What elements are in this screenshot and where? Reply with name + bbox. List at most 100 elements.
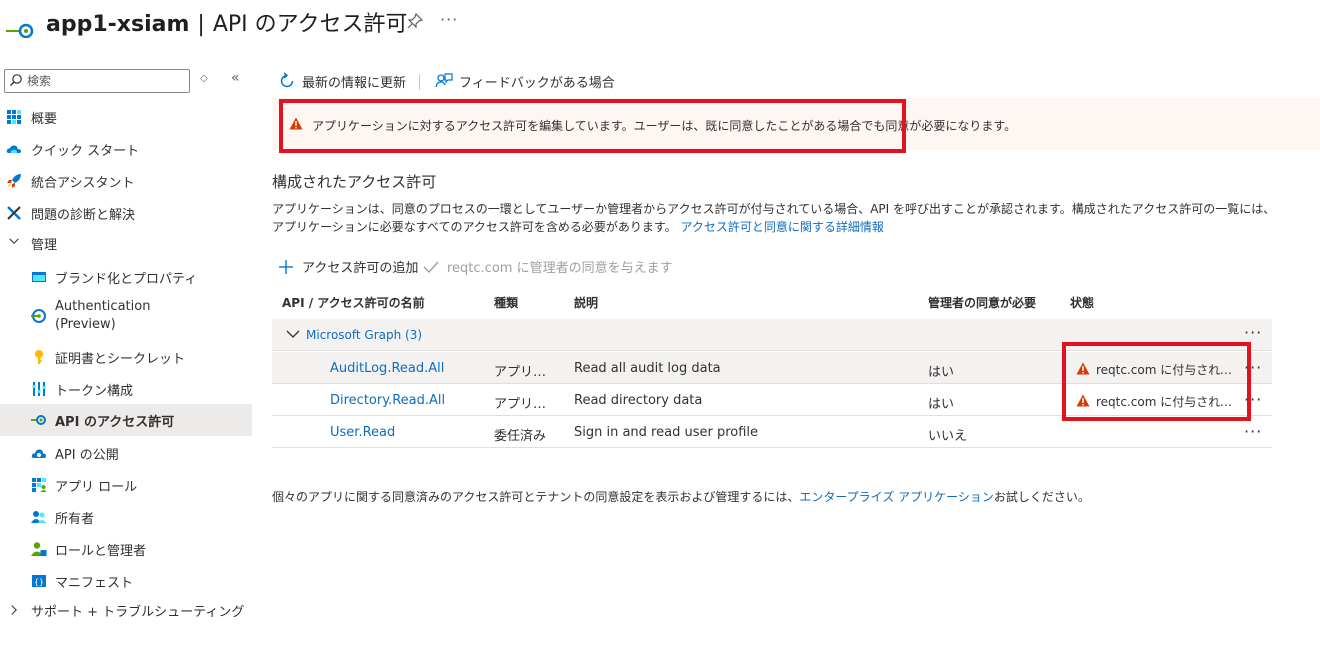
refresh-button[interactable]: 最新の情報に更新 bbox=[278, 66, 406, 96]
page-title: app1-xsiam | API のアクセス許可 bbox=[46, 6, 408, 38]
sidebar-item-integration-assistant[interactable]: 統合アシスタント bbox=[0, 165, 252, 197]
column-header-type[interactable]: 種類 bbox=[494, 294, 518, 311]
column-header-admin-consent[interactable]: 管理者の同意が必要 bbox=[928, 294, 1036, 311]
sidebar-group-support[interactable]: サポート + トラブルシューティング bbox=[0, 594, 252, 626]
overview-icon bbox=[7, 110, 21, 124]
sidebar-item-certificates[interactable]: 証明書とシークレット bbox=[0, 341, 252, 373]
add-permission-button[interactable]: アクセス許可の追加 bbox=[278, 257, 418, 276]
token-icon bbox=[32, 382, 46, 396]
blade-title: API のアクセス許可 bbox=[212, 12, 408, 37]
column-header-description[interactable]: 説明 bbox=[574, 294, 598, 311]
permission-name-link[interactable]: Directory.Read.All bbox=[330, 393, 445, 408]
search-icon bbox=[10, 74, 22, 86]
sidebar-item-branding[interactable]: ブランド化とプロパティ bbox=[0, 261, 252, 293]
chevron-right-icon bbox=[11, 605, 17, 615]
more-actions-icon[interactable]: ··· bbox=[1244, 323, 1262, 342]
section-description: アプリケーションは、同意のプロセスの一環としてユーザーか管理者からアクセス許可が… bbox=[272, 200, 1282, 236]
sidebar-item-expose-api[interactable]: API の公開 bbox=[0, 437, 252, 469]
sidebar-search[interactable] bbox=[4, 69, 190, 93]
sidebar-item-label: API の公開 bbox=[55, 447, 119, 463]
footer-suffix: お試しください。 bbox=[993, 490, 1090, 504]
sidebar-group-label: サポート + トラブルシューティング bbox=[31, 604, 245, 620]
footer-prefix: 個々のアプリに関する同意済みのアクセス許可とテナントの同意設定を表示および管理す… bbox=[272, 490, 800, 504]
more-actions-icon[interactable]: ··· bbox=[1244, 422, 1262, 441]
highlight-box-banner bbox=[279, 99, 906, 153]
sidebar-item-roles-admins[interactable]: ロールと管理者 bbox=[0, 533, 252, 565]
footer-note: 個々のアプリに関する同意済みのアクセス許可とテナントの同意設定を表示および管理す… bbox=[272, 488, 1090, 505]
sidebar-item-label: 概要 bbox=[31, 111, 58, 127]
admin-consent-required: はい bbox=[928, 397, 955, 412]
sidebar-item-sublabel: (Preview) bbox=[55, 317, 116, 332]
permission-name-link[interactable]: User.Read bbox=[330, 425, 395, 440]
feedback-label: フィードバックがある場合 bbox=[459, 75, 615, 91]
group-label[interactable]: Microsoft Graph (3) bbox=[306, 328, 422, 342]
grant-admin-consent-button[interactable]: reqtc.com に管理者の同意を与えます bbox=[423, 257, 673, 276]
column-header-status[interactable]: 状態 bbox=[1070, 294, 1094, 311]
highlight-box-status bbox=[1062, 342, 1251, 421]
refresh-icon bbox=[280, 72, 294, 88]
sidebar-item-label: 証明書とシークレット bbox=[55, 351, 186, 367]
feedback-icon bbox=[435, 73, 453, 88]
manifest-icon: {} bbox=[32, 575, 46, 587]
pin-icon[interactable] bbox=[407, 13, 423, 29]
sidebar-group-label: 管理 bbox=[31, 237, 58, 253]
permission-type: アプリケーション bbox=[494, 397, 558, 412]
sidebar-item-app-roles[interactable]: アプリ ロール bbox=[0, 469, 252, 501]
sidebar: ◇ « 概要 クイック スタート 統合アシスタント 問題の診断 bbox=[0, 64, 252, 647]
sidebar-item-label: マニフェスト bbox=[55, 575, 134, 591]
permission-description: Sign in and read user profile bbox=[574, 425, 759, 440]
sidebar-item-label: Authentication bbox=[55, 299, 151, 314]
owners-icon bbox=[31, 511, 47, 523]
sidebar-item-label: トークン構成 bbox=[55, 383, 134, 399]
collapse-sidebar-icon[interactable]: « bbox=[231, 70, 240, 86]
sidebar-item-token-config[interactable]: トークン構成 bbox=[0, 373, 252, 405]
column-header-name[interactable]: API / アクセス許可の名前 bbox=[282, 294, 425, 311]
sidebar-item-owners[interactable]: 所有者 bbox=[0, 501, 252, 533]
sidebar-item-manifest[interactable]: {} マニフェスト bbox=[0, 565, 252, 597]
feedback-button[interactable]: フィードバックがある場合 bbox=[435, 66, 615, 96]
svg-text:{}: {} bbox=[34, 578, 44, 587]
enterprise-applications-link[interactable]: エンタープライズ アプリケーション bbox=[799, 490, 994, 504]
sidebar-item-label: アプリ ロール bbox=[55, 479, 138, 495]
api-permissions-icon bbox=[31, 415, 46, 425]
admin-consent-required: いいえ bbox=[928, 429, 968, 444]
app-name: app1-xsiam bbox=[46, 12, 190, 37]
refresh-label: 最新の情報に更新 bbox=[302, 75, 407, 91]
authentication-icon bbox=[31, 309, 46, 323]
chevron-down-icon bbox=[9, 238, 19, 244]
sidebar-item-label: ロールと管理者 bbox=[55, 543, 147, 559]
sidebar-item-api-permissions[interactable]: API のアクセス許可 bbox=[0, 404, 252, 436]
sidebar-item-label: 所有者 bbox=[55, 511, 95, 527]
cloud-icon bbox=[6, 145, 21, 153]
search-input[interactable] bbox=[27, 71, 187, 91]
admin-consent-required: はい bbox=[928, 365, 955, 380]
sidebar-item-label: 統合アシスタント bbox=[31, 175, 135, 191]
section-title: 構成されたアクセス許可 bbox=[272, 173, 437, 191]
permission-description: Read directory data bbox=[574, 393, 703, 408]
sidebar-group-manage[interactable]: 管理 bbox=[0, 227, 252, 259]
permission-type: アプリケーション bbox=[494, 365, 558, 380]
sidebar-item-authentication[interactable]: Authentication (Preview) bbox=[0, 293, 252, 339]
sidebar-item-diagnose[interactable]: 問題の診断と解決 bbox=[0, 197, 252, 229]
permission-type: 委任済み bbox=[494, 429, 547, 444]
learn-more-link[interactable]: アクセス許可と同意に関する詳細情報 bbox=[680, 220, 883, 234]
add-icon bbox=[279, 259, 293, 274]
expose-api-icon bbox=[31, 449, 46, 458]
wrench-icon bbox=[7, 206, 21, 220]
grant-admin-consent-label: reqtc.com に管理者の同意を与えます bbox=[447, 261, 673, 276]
sidebar-item-label: 問題の診断と解決 bbox=[31, 207, 136, 223]
sidebar-item-label: API のアクセス許可 bbox=[55, 414, 175, 430]
rocket-icon bbox=[7, 174, 21, 188]
sidebar-item-overview[interactable]: 概要 bbox=[0, 101, 252, 133]
add-permission-label: アクセス許可の追加 bbox=[302, 261, 419, 276]
checkmark-icon bbox=[423, 261, 439, 273]
sidebar-item-quickstart[interactable]: クイック スタート bbox=[0, 133, 252, 165]
permission-description: Read all audit log data bbox=[574, 361, 721, 376]
app-registration-icon bbox=[6, 23, 34, 38]
sort-icon[interactable]: ◇ bbox=[200, 73, 208, 84]
permission-name-link[interactable]: AuditLog.Read.All bbox=[330, 361, 444, 376]
chevron-down-icon bbox=[286, 330, 300, 338]
command-toolbar: 最新の情報に更新 フィードバックがある場合 bbox=[272, 66, 1320, 96]
title-separator: | bbox=[197, 12, 205, 37]
more-options-icon[interactable]: ··· bbox=[440, 10, 458, 29]
